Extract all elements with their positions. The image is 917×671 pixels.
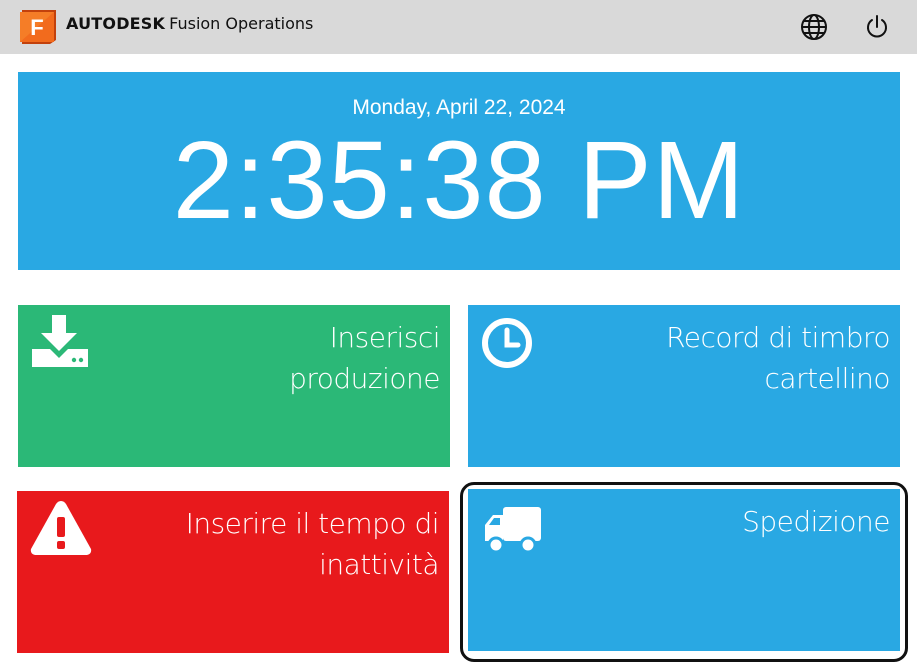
warning-icon [29,499,93,561]
tile-time-clock-record[interactable]: Record di timbro cartellino [468,305,900,467]
brand-title: AUTODESK Fusion Operations [66,14,313,33]
download-icon [30,313,90,373]
tile-label: Inserisci produzione [289,321,440,395]
tile-shipping[interactable]: Spedizione [468,489,900,651]
product-name: Fusion Operations [169,14,314,33]
top-bar: F AUTODESK Fusion Operations [0,0,917,54]
power-icon [867,15,887,38]
current-date: Monday, April 22, 2024 [352,96,566,119]
clock-icon [480,313,536,373]
tile-enter-downtime[interactable]: Inserire il tempo di inattività [17,491,449,653]
fusion-logo-icon: F [18,8,58,46]
globe-icon [801,14,827,40]
logout-button[interactable] [862,12,892,42]
brand-name: AUTODESK [66,14,166,33]
tile-label: Spedizione [742,505,890,538]
clock-panel: Monday, April 22, 2024 2:35:38 PM [18,72,900,270]
svg-text:F: F [30,15,43,40]
current-time: 2:35:38 PM [172,119,746,242]
tile-label: Record di timbro cartellino [666,321,890,395]
tile-report-production[interactable]: Inserisci produzione [18,305,450,467]
tile-label: Inserire il tempo di inattività [185,507,440,581]
language-button[interactable] [799,12,829,42]
truck-icon [483,503,543,559]
